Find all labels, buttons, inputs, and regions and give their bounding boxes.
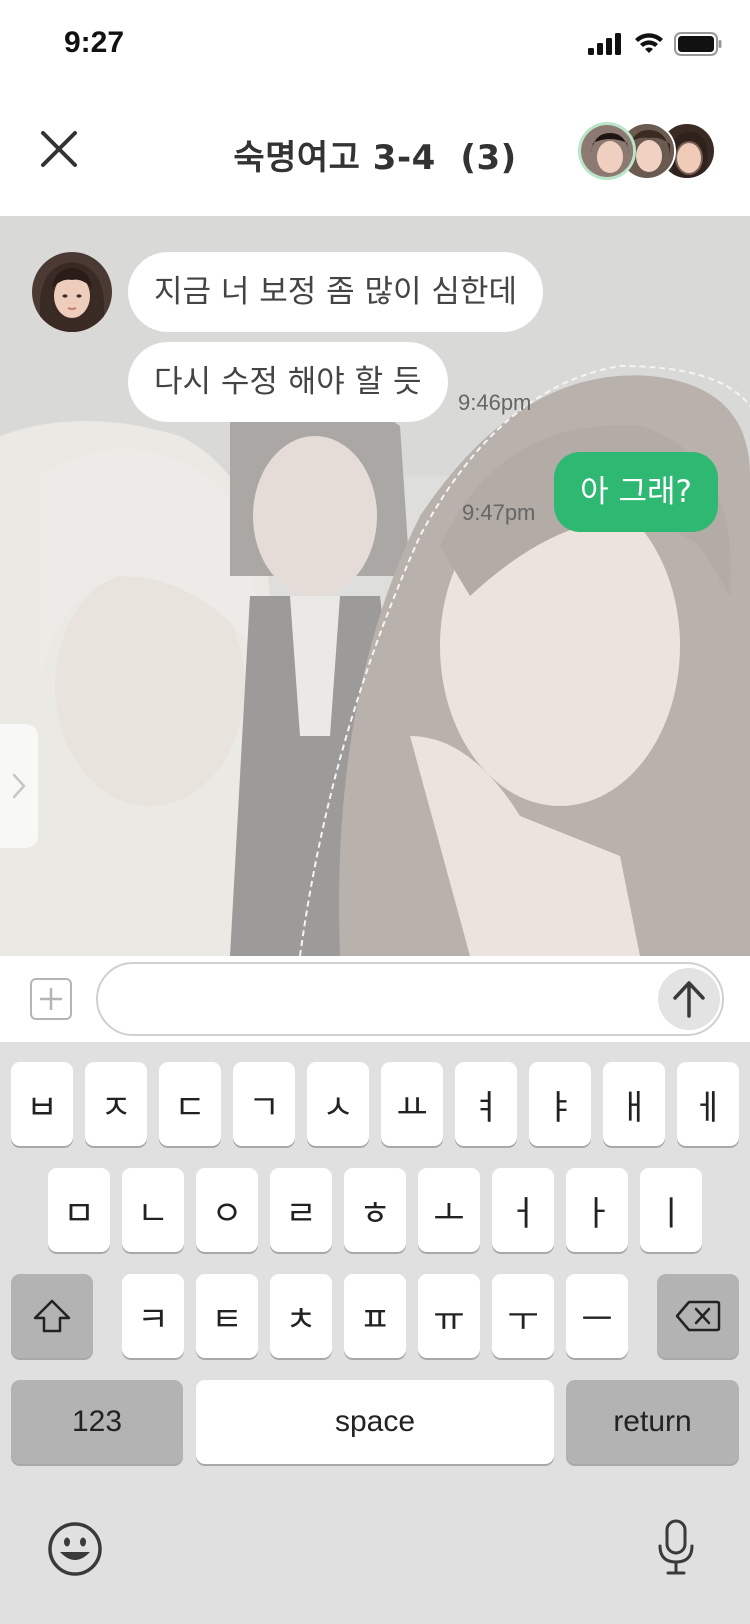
key[interactable]: ㅎ: [344, 1168, 406, 1252]
return-key[interactable]: return: [566, 1380, 739, 1464]
microphone-icon: [658, 1519, 694, 1575]
key[interactable]: ㅣ: [640, 1168, 702, 1252]
numbers-key[interactable]: 123: [11, 1380, 183, 1464]
message-bubble-incoming[interactable]: 다시 수정 해야 할 듯: [128, 342, 448, 422]
key[interactable]: ㄱ: [233, 1062, 295, 1146]
status-icons: [588, 32, 722, 56]
send-button[interactable]: [658, 968, 720, 1030]
key[interactable]: ㅔ: [677, 1062, 739, 1146]
battery-icon: [674, 32, 722, 56]
key[interactable]: ㅑ: [529, 1062, 591, 1146]
key[interactable]: ㄷ: [159, 1062, 221, 1146]
signal-icon: [588, 33, 621, 55]
key[interactable]: ㅍ: [344, 1274, 406, 1358]
shift-key[interactable]: [11, 1274, 93, 1358]
arrow-up-icon: [673, 981, 705, 1018]
microphone-button[interactable]: [656, 1518, 696, 1582]
key[interactable]: ㅓ: [492, 1168, 554, 1252]
keyboard: ㅂ ㅈ ㄷ ㄱ ㅅ ㅛ ㅕ ㅑ ㅐ ㅔ ㅁ ㄴ ㅇ ㄹ ㅎ ㅗ ㅓ ㅏ ㅣ ㅋ …: [0, 1042, 750, 1624]
status-bar: 9:27: [0, 0, 750, 92]
key[interactable]: ㅊ: [270, 1274, 332, 1358]
participant-avatar-1: [578, 122, 636, 180]
key[interactable]: ㅈ: [85, 1062, 147, 1146]
delete-key[interactable]: [657, 1274, 739, 1358]
chat-header: 숙명여고 3-4 (3): [0, 92, 750, 216]
message-bubble-outgoing[interactable]: 아 그래?: [554, 452, 718, 532]
key[interactable]: ㄴ: [122, 1168, 184, 1252]
backspace-icon: [675, 1300, 721, 1332]
key[interactable]: ㅐ: [603, 1062, 665, 1146]
message-time: 9:47pm: [462, 500, 536, 525]
space-key[interactable]: space: [196, 1380, 554, 1464]
add-attachment-button[interactable]: [30, 978, 72, 1020]
key[interactable]: ㅏ: [566, 1168, 628, 1252]
key[interactable]: ㅠ: [418, 1274, 480, 1358]
message-input[interactable]: [96, 962, 724, 1036]
key[interactable]: ㄹ: [270, 1168, 332, 1252]
message-bubble-incoming[interactable]: 지금 너 보정 좀 많이 심한데: [128, 252, 543, 332]
emoji-icon: [48, 1522, 102, 1576]
key[interactable]: ㅋ: [122, 1274, 184, 1358]
participant-avatars[interactable]: [578, 122, 716, 182]
side-drawer-handle[interactable]: [0, 724, 38, 848]
chat-area[interactable]: 지금 너 보정 좀 많이 심한데 다시 수정 해야 할 듯 9:46pm 아 그…: [0, 216, 750, 956]
key[interactable]: ㅁ: [48, 1168, 110, 1252]
sender-avatar[interactable]: [32, 252, 112, 332]
key[interactable]: ㅅ: [307, 1062, 369, 1146]
emoji-button[interactable]: [46, 1520, 104, 1582]
key[interactable]: ㅌ: [196, 1274, 258, 1358]
key[interactable]: ㅕ: [455, 1062, 517, 1146]
message-time: 9:46pm: [458, 390, 532, 415]
key[interactable]: ㅡ: [566, 1274, 628, 1358]
plus-icon: [40, 988, 62, 1010]
key[interactable]: ㅇ: [196, 1168, 258, 1252]
key[interactable]: ㅂ: [11, 1062, 73, 1146]
shift-icon: [33, 1299, 71, 1333]
chevron-right-icon: [12, 773, 26, 799]
status-time: 9:27: [64, 26, 125, 59]
key[interactable]: ㅛ: [381, 1062, 443, 1146]
wifi-icon: [635, 33, 663, 53]
key[interactable]: ㅗ: [418, 1168, 480, 1252]
message-input-bar: [0, 956, 750, 1042]
key[interactable]: ㅜ: [492, 1274, 554, 1358]
